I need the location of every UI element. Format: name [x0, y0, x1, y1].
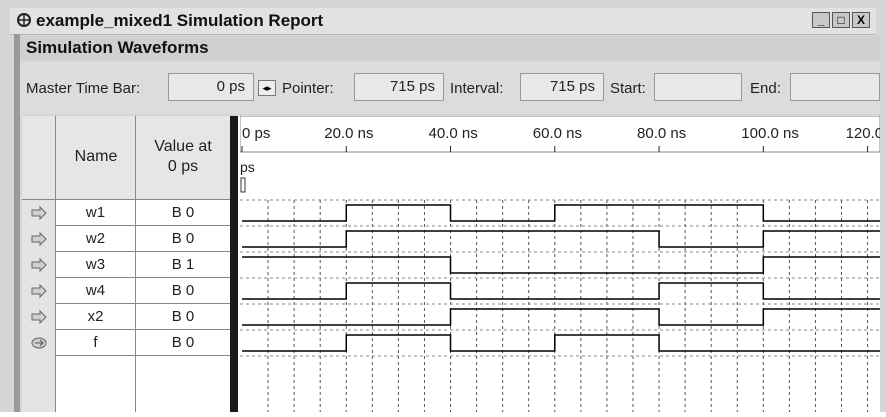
- signal-row[interactable]: f B 0: [22, 330, 238, 356]
- timeline-tick-label: 0 ps: [242, 125, 270, 142]
- waveform-x2: [242, 308, 880, 326]
- signal-value: B 0: [171, 230, 195, 247]
- title-bar: example_mixed1 Simulation Report _ □ X: [10, 8, 876, 35]
- timeline-tick-label: 60.0 ns: [533, 125, 582, 142]
- input-arrow-icon: [22, 200, 56, 226]
- waveform-w1: [242, 204, 880, 222]
- close-button[interactable]: X: [852, 12, 870, 28]
- master-time-bar-field[interactable]: 0 ps: [168, 73, 254, 101]
- pane-splitter[interactable]: [230, 116, 238, 412]
- waveform-f: [242, 334, 880, 352]
- start-label: Start:: [610, 80, 646, 97]
- signal-name: w2: [56, 226, 136, 252]
- waveform-panel: Name Value at 0 ps w1 B 0 w2 B 0 w3 B 1 w4 B 0x…: [22, 115, 886, 412]
- signal-row[interactable]: x2 B 0: [22, 304, 238, 330]
- waveform-w3: [242, 256, 880, 274]
- signal-value: B 0: [171, 334, 195, 351]
- icon-column-empty: [22, 356, 56, 412]
- signal-value: B 0: [171, 204, 195, 221]
- value-column-header[interactable]: Value at 0 ps: [136, 116, 230, 200]
- section-title: Simulation Waveforms: [26, 38, 209, 57]
- timeline-tick-label: 20.0 ns: [324, 125, 373, 142]
- name-column-label: Name: [74, 148, 118, 165]
- input-arrow-icon: [22, 278, 56, 304]
- master-time-bar-label: Master Time Bar:: [26, 80, 141, 97]
- signal-row[interactable]: w1 B 0: [22, 200, 238, 226]
- signal-value: B 1: [171, 256, 195, 273]
- end-field[interactable]: [790, 73, 880, 101]
- timeline-tick-label: 120.0 ns: [846, 125, 880, 142]
- name-column-empty: [56, 356, 136, 412]
- interval-field[interactable]: 715 ps: [520, 73, 604, 101]
- simulation-report-window: example_mixed1 Simulation Report _ □ X S…: [0, 0, 886, 412]
- signal-value: B 0: [171, 282, 195, 299]
- signal-name: f: [56, 330, 136, 356]
- start-field[interactable]: [654, 73, 742, 101]
- value-column-label-line2: 0 ps: [167, 158, 199, 175]
- interval-label: Interval:: [450, 80, 504, 97]
- maximize-button[interactable]: □: [832, 12, 850, 28]
- signal-name: w1: [56, 200, 136, 226]
- time-bar-arrows[interactable]: ◂▸: [258, 80, 276, 96]
- signal-value: B 0: [171, 308, 195, 325]
- signal-name: w4: [56, 278, 136, 304]
- signal-name: x2: [56, 304, 136, 330]
- app-icon: [17, 13, 31, 27]
- signal-name: w3: [56, 252, 136, 278]
- waveform-area[interactable]: 0 ps 20.0 ns 40.0 ns 60.0 ns 80.0 ns 100.0 ns…: [239, 115, 886, 412]
- input-arrow-icon: [22, 252, 56, 278]
- cursor-label: ps: [240, 159, 255, 175]
- section-header: Simulation Waveforms: [20, 36, 880, 60]
- waveform-w4: [242, 282, 880, 300]
- waveform-canvas[interactable]: 0 ps 20.0 ns 40.0 ns 60.0 ns 80.0 ns 100.0 ns…: [239, 115, 886, 412]
- signal-row[interactable]: w4 B 0: [22, 278, 238, 304]
- timeline-tick-label: 80.0 ns: [637, 125, 686, 142]
- timeline-tick-label: 40.0 ns: [429, 125, 478, 142]
- pointer-label: Pointer:: [282, 80, 334, 97]
- timeline-tick-label: 100.0 ns: [741, 125, 799, 142]
- end-label: End:: [750, 80, 781, 97]
- time-toolbar: Master Time Bar: 0 ps ◂▸ Pointer: 715 ps…: [20, 62, 880, 114]
- signal-row[interactable]: w2 B 0: [22, 226, 238, 252]
- output-arrow-icon: [22, 330, 56, 356]
- window-title: example_mixed1 Simulation Report: [36, 11, 324, 30]
- value-column-label-line1: Value at: [154, 138, 212, 155]
- minimize-button[interactable]: _: [812, 12, 830, 28]
- time-cursor-marker: [240, 177, 246, 193]
- signal-row[interactable]: w3 B 1: [22, 252, 238, 278]
- name-column-header[interactable]: Name: [56, 116, 136, 200]
- window-controls: _ □ X: [812, 12, 870, 28]
- input-arrow-icon: [22, 226, 56, 252]
- icon-column-header: [22, 116, 56, 200]
- input-arrow-icon: [22, 304, 56, 330]
- waveform-w2: [242, 230, 880, 248]
- pointer-field[interactable]: 715 ps: [354, 73, 444, 101]
